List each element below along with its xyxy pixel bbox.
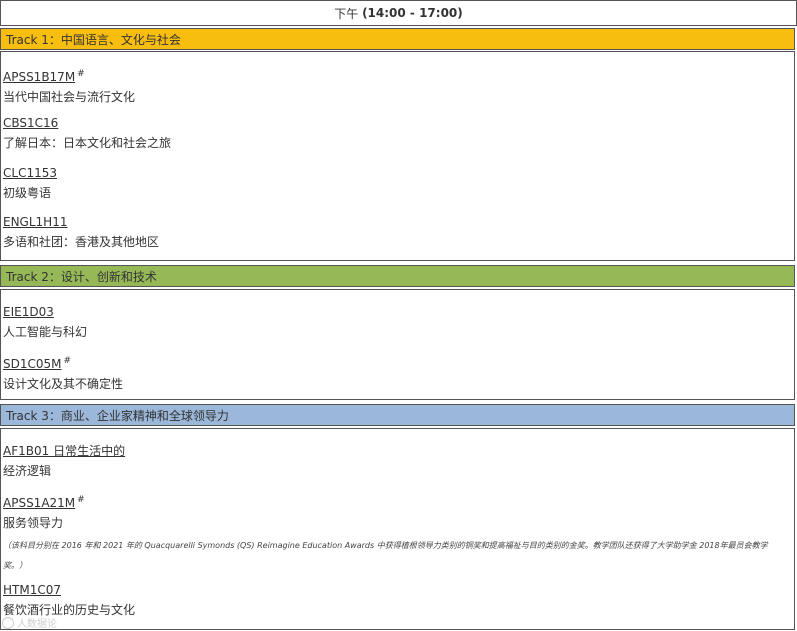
course-title: 人工智能与科幻 [3,325,88,339]
course-award-note: （该科目分别在 2016 年和 2021 年的 Quacquarelli Sym… [3,541,768,570]
course-item: CBS1C16 了解日本：日本文化和社会之旅 [3,116,171,150]
course-mark: # [77,495,85,505]
course-title: 当代中国社会与流行文化 [3,90,136,104]
course-item: HTM1C07 餐饮酒行业的历史与文化 [3,583,135,617]
course-item: ENGL1H11 多语和社团：香港及其他地区 [3,215,159,249]
course-title: 经济逻辑 [3,464,52,478]
course-item: EIE1D03 人工智能与科幻 [3,305,87,339]
course-item: APSS1B17M # 当代中国社会与流行文化 [3,67,135,104]
watermark: 人数据论 [2,615,57,630]
watermark-icon [2,616,14,629]
course-mark: # [77,69,85,79]
track-3-header: Track 3：商业、企业家精神和全球领导力 [0,404,795,426]
course-title: 初级粤语 [3,186,52,200]
session-period: 下午 [334,6,359,21]
course-code-link[interactable]: HTM1C07 [3,583,135,597]
course-mark: # [63,356,72,366]
course-title: 服务领导力 [3,516,64,530]
track-2-body: EIE1D03 人工智能与科幻 SD1C05M # 设计文化及其不确定性 [0,289,795,400]
course-code-link[interactable]: ENGL1H11 [3,215,159,229]
watermark-text: 人数据论 [17,619,57,630]
course-code-link[interactable]: APSS1B17M # [3,67,135,84]
course-code-link[interactable]: EIE1D03 [3,305,87,319]
track-1-header: Track 1：中国语言、文化与社会 [0,28,795,50]
course-item: AF1B01 日常生活中的 经济逻辑 [3,444,125,478]
course-item: CLC1153 初级粤语 [3,166,57,200]
course-schedule: 下午 (14:00 - 17:00) Track 1：中国语言、文化与社会 AP… [0,0,797,631]
course-title: 了解日本：日本文化和社会之旅 [3,136,172,150]
course-code-link[interactable]: APSS1A21M # [3,493,783,510]
course-code-link[interactable]: AF1B01 日常生活中的 [3,444,125,458]
track-3-label: Track 3：商业、企业家精神和全球领导力 [6,408,229,423]
track-1-label: Track 1：中国语言、文化与社会 [6,32,181,47]
track-3-body: AF1B01 日常生活中的 经济逻辑 APSS1A21M # 服务领导力 （该科目… [0,428,795,630]
track-1-body: APSS1B17M # 当代中国社会与流行文化 CBS1C16 了解日本：日本文化… [0,51,795,261]
course-code-link[interactable]: CBS1C16 [3,116,171,130]
session-header: 下午 (14:00 - 17:00) [0,0,797,26]
course-item: APSS1A21M # 服务领导力 （该科目分别在 2016 年和 2021 年的… [3,493,783,576]
course-title: 多语和社团：香港及其他地区 [3,235,160,249]
course-code-link[interactable]: CLC1153 [3,166,57,180]
course-title: 设计文化及其不确定性 [3,377,124,391]
track-2-header: Track 2：设计、创新和技术 [0,265,795,287]
track-2-label: Track 2：设计、创新和技术 [6,269,157,284]
session-time: (14:00 - 17:00) [362,6,463,20]
course-code-link[interactable]: SD1C05M # [3,354,123,371]
course-item: SD1C05M # 设计文化及其不确定性 [3,354,123,391]
